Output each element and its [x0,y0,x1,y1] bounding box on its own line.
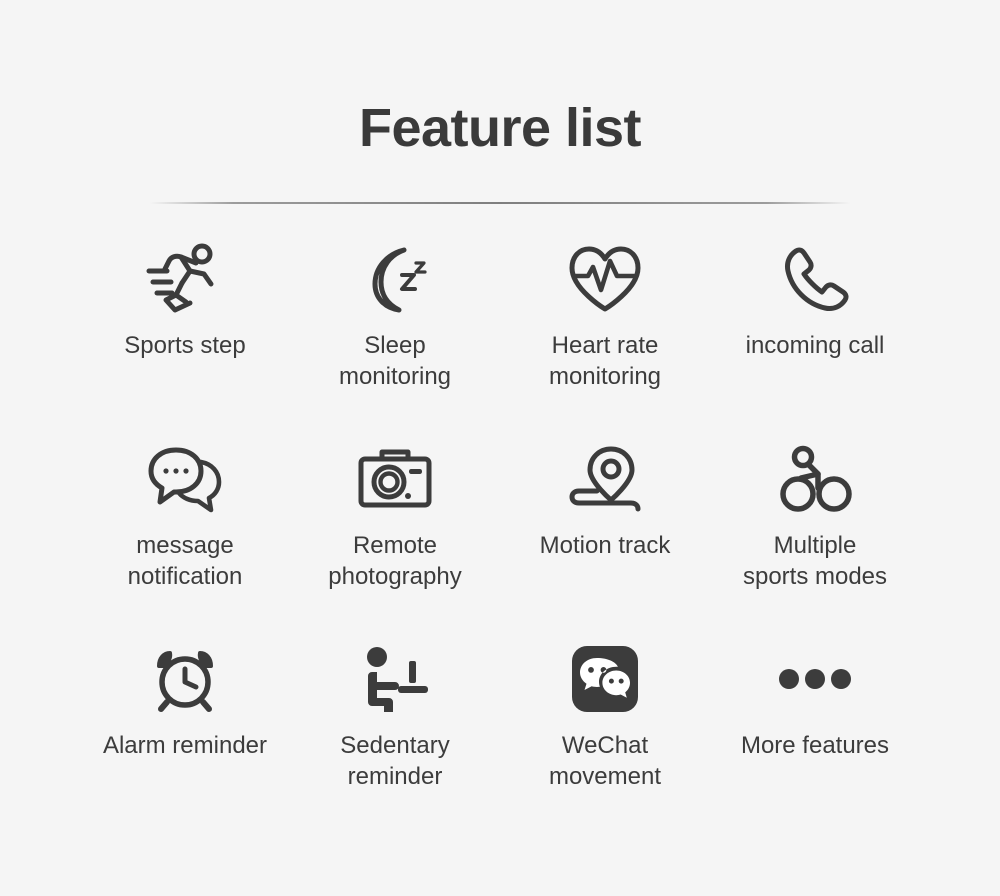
alarm-clock-icon [150,640,220,718]
phone-handset-icon [779,240,851,318]
map-pin-track-icon [567,440,643,518]
feature-item-more-features[interactable]: More features [710,626,920,826]
feature-item-sleep-monitoring[interactable]: Sleep monitoring [290,226,500,426]
feature-item-message-notification[interactable]: message notification [80,426,290,626]
camera-icon [356,440,434,518]
feature-item-motion-track[interactable]: Motion track [500,426,710,626]
feature-label: Heart rate monitoring [548,332,662,391]
feature-label: Remote photography [328,532,462,591]
feature-label: More features [740,732,890,760]
feature-label: WeChat movement [548,732,662,791]
feature-item-incoming-call[interactable]: incoming call [710,226,920,426]
moon-sleep-icon [357,240,433,318]
feature-item-remote-photography[interactable]: Remote photography [290,426,500,626]
heart-pulse-icon [566,240,644,318]
feature-item-alarm-reminder[interactable]: Alarm reminder [80,626,290,826]
feature-item-wechat-movement[interactable]: WeChat movement [500,626,710,826]
feature-label: Sedentary reminder [340,732,450,791]
feature-label: message notification [127,532,243,591]
feature-item-sports-step[interactable]: Sports step [80,226,290,426]
bicycle-icon [777,440,853,518]
feature-label: Sleep monitoring [338,332,452,391]
feature-label: Alarm reminder [102,732,268,760]
wechat-logo-icon [572,640,638,718]
feature-label: incoming call [745,332,885,360]
feature-label: Sports step [124,332,246,360]
feature-label: Motion track [539,532,671,560]
feature-label: Multiple sports modes [742,532,888,591]
feature-list-page: Feature list Sports step Sleep monitorin… [0,0,1000,896]
chat-bubbles-icon [145,440,225,518]
feature-item-heart-rate[interactable]: Heart rate monitoring [500,226,710,426]
more-dots-icon [777,640,853,718]
feature-grid: Sports step Sleep monitoring Heart rate … [80,204,920,826]
running-person-icon [145,240,225,318]
sedentary-desk-icon [360,640,430,718]
page-title: Feature list [358,98,642,158]
feature-item-sedentary-reminder[interactable]: Sedentary reminder [290,626,500,826]
feature-item-multiple-sports-modes[interactable]: Multiple sports modes [710,426,920,626]
